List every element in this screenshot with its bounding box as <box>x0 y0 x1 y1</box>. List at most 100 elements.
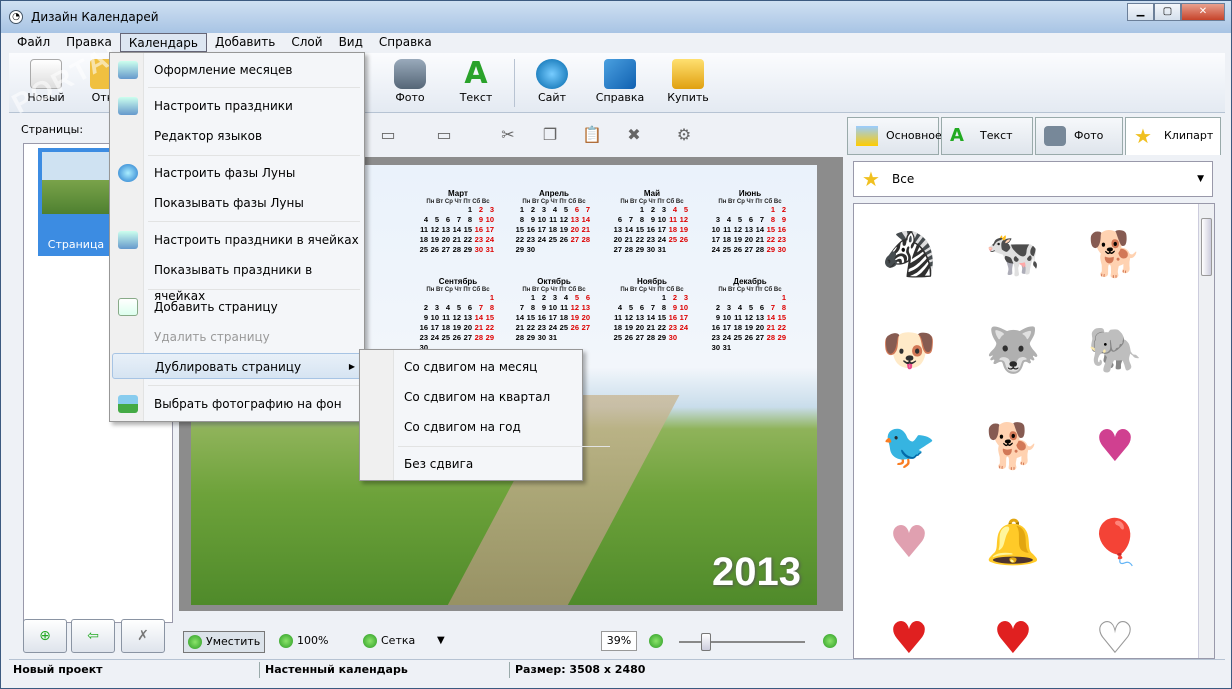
menu-file[interactable]: Файл <box>9 33 58 52</box>
app-window: ◔ Дизайн Календарей ▁ ▢ ✕ Файл Правка Ка… <box>0 0 1232 689</box>
week-row: 9 10 11 12 13 14 15 <box>423 313 494 322</box>
page-thumbnail[interactable]: Страница <box>38 148 114 256</box>
align-top-icon[interactable]: ▭ <box>375 123 401 147</box>
bird-clipart[interactable]: 🐦 <box>874 412 944 482</box>
menu-item-add-page[interactable]: Добавить страницу <box>112 294 362 320</box>
collie-clipart[interactable]: 🐕 <box>1080 220 1150 290</box>
add-page-icon: ⊕ <box>39 628 51 644</box>
text-button[interactable]: A Текст <box>445 57 507 111</box>
balloons-clipart[interactable]: 🎈 <box>1080 508 1150 578</box>
help-label: Справка <box>595 91 645 104</box>
week-row: 1 <box>781 293 786 302</box>
settings-icon[interactable]: ⚙ <box>671 123 697 147</box>
submenu-shift-quarter[interactable]: Со сдвигом на квартал <box>362 384 580 410</box>
menu-layer[interactable]: Слой <box>283 33 330 52</box>
fit-button[interactable]: Уместить <box>183 631 266 653</box>
calendar-month: Май Пн Вт Ср Чт Пт Сб Вс 1 2 3 4 5 6 7 8 9 10 11 12 13… <box>611 189 693 255</box>
red-heart-clipart[interactable]: ♥ <box>874 604 944 658</box>
zoom-slider-thumb[interactable] <box>701 633 711 651</box>
help-button[interactable]: Справка <box>589 57 651 111</box>
zoom-in-icon <box>649 634 663 648</box>
menu-view[interactable]: Вид <box>331 33 371 52</box>
close-button[interactable]: ✕ <box>1181 3 1225 21</box>
grid-label: Сетка <box>381 634 416 647</box>
week-row: 10 11 12 13 14 15 16 <box>711 225 786 234</box>
pink-heart-2-clipart[interactable]: ♥ <box>874 508 944 578</box>
menu-item-moon-setup[interactable]: Настроить фазы Луны <box>112 160 362 186</box>
menu-item-background-photo[interactable]: Выбрать фотографию на фон <box>112 391 362 417</box>
submenu-shift-month[interactable]: Со сдвигом на месяц <box>362 354 580 380</box>
menu-item-month-design[interactable]: Оформление месяцев <box>112 57 362 83</box>
scrollbar-thumb[interactable] <box>1201 218 1212 276</box>
pink-heart-clipart[interactable]: ♥ <box>1080 412 1150 482</box>
elephant-clipart[interactable]: 🐘 <box>1080 316 1150 386</box>
menu-item-label: Редактор языков <box>154 129 263 143</box>
image-icon <box>118 395 138 413</box>
grid-dropdown-icon[interactable]: ▼ <box>437 631 445 653</box>
paste-icon[interactable]: 📋 <box>579 123 605 147</box>
menu-item-label: Настроить праздники <box>154 99 293 113</box>
buy-button[interactable]: Купить <box>657 57 719 111</box>
fit-icon <box>188 635 202 649</box>
align-bottom-icon[interactable]: ▭ <box>431 123 457 147</box>
calendar-month: Ноябрь Пн Вт Ср Чт Пт Сб Вс 1 2 3 4 5 6 7 8 9 10 11 1… <box>611 277 693 343</box>
week-row: 3456789 <box>715 215 786 224</box>
zoom-in-button[interactable] <box>649 631 667 653</box>
site-button[interactable]: Сайт <box>521 57 583 111</box>
zoom-100-icon <box>279 634 293 648</box>
menu-item-cell-holidays[interactable]: Настроить праздники в ячейках <box>112 227 362 253</box>
month-name: Март <box>448 189 468 198</box>
tab-text[interactable]: A Текст <box>941 117 1033 155</box>
bell-clipart[interactable]: 🔔 <box>978 508 1048 578</box>
heart-arrow-clipart[interactable]: ♥ <box>978 604 1048 658</box>
maximize-button[interactable]: ▢ <box>1154 3 1181 21</box>
week-row: 23 24 25 26 27 28 29 <box>419 333 494 342</box>
delete-icon[interactable]: ✖ <box>621 123 647 147</box>
photo-button[interactable]: Фото <box>379 57 441 111</box>
zoom-out-button[interactable] <box>823 631 841 653</box>
zoom-100-button[interactable]: 100% <box>279 631 328 653</box>
add-page-button[interactable]: ⊕ <box>23 619 67 653</box>
menu-help[interactable]: Справка <box>371 33 440 52</box>
zoom-slider-track[interactable] <box>679 641 805 643</box>
menu-item-label: Удалить страницу <box>154 330 270 344</box>
copy-icon[interactable]: ❐ <box>537 123 563 147</box>
menu-item-moon-show[interactable]: Показывать фазы Луны <box>112 190 362 216</box>
status-type: Настенный календарь <box>265 663 408 676</box>
app-icon[interactable]: ◔ <box>9 10 23 24</box>
duplicate-page-button[interactable]: ⇦ <box>71 619 115 653</box>
cut-icon[interactable]: ✂ <box>495 123 521 147</box>
week-row: 29 30 <box>515 245 535 254</box>
title-bar: ◔ Дизайн Календарей ▁ ▢ ✕ <box>1 1 1231 33</box>
week-row: 27 28 29 30 31 <box>613 245 666 254</box>
dog-clipart[interactable]: 🐕 <box>978 412 1048 482</box>
tab-main[interactable]: Основное <box>847 117 942 155</box>
month-name: Декабрь <box>733 277 767 286</box>
dalmatian-clipart[interactable]: 🐶 <box>874 316 944 386</box>
calendar-icon <box>118 231 138 249</box>
cow-clipart[interactable]: 🐄 <box>978 220 1048 290</box>
menu-item-cell-holidays-show[interactable]: Показывать праздники в ячейках <box>112 257 362 303</box>
delete-page-button[interactable]: ✗ <box>121 619 165 653</box>
zoom-input[interactable]: 39% <box>601 631 637 651</box>
tab-clipart[interactable]: ★ Клипарт <box>1125 117 1221 155</box>
card-heart-clipart[interactable]: ♡ <box>1080 604 1150 658</box>
tab-photo[interactable]: Фото <box>1035 117 1123 155</box>
zebra-clipart[interactable]: 🦓 <box>874 220 944 290</box>
week-row: 23 24 25 26 27 28 29 <box>711 333 786 342</box>
menu-item-holidays[interactable]: Настроить праздники <box>112 93 362 119</box>
menu-add[interactable]: Добавить <box>207 33 283 52</box>
grid-button[interactable]: Сетка <box>363 631 415 653</box>
clipart-grid[interactable]: 🦓 🐄 🐕 🐶 🐺 🐘 🐦 🐕 ♥ ♥ 🔔 🎈 ♥ ♥ ♡ <box>853 203 1215 659</box>
minimize-button[interactable]: ▁ <box>1127 3 1154 21</box>
submenu-no-shift[interactable]: Без сдвига <box>362 451 580 477</box>
menu-calendar[interactable]: Календарь <box>119 33 207 52</box>
submenu-shift-year[interactable]: Со сдвигом на год <box>362 414 580 440</box>
menu-item-language-editor[interactable]: Редактор языков <box>112 123 362 149</box>
clipart-scrollbar[interactable] <box>1198 204 1214 658</box>
clipart-category-select[interactable]: ★ Все ▼ <box>853 161 1213 197</box>
week-row: 14 15 16 17 18 19 20 <box>515 313 590 322</box>
husky-clipart[interactable]: 🐺 <box>978 316 1048 386</box>
zoom-out-icon <box>823 634 837 648</box>
menu-item-duplicate-page[interactable]: Дублировать страницу ▶ <box>112 353 362 379</box>
